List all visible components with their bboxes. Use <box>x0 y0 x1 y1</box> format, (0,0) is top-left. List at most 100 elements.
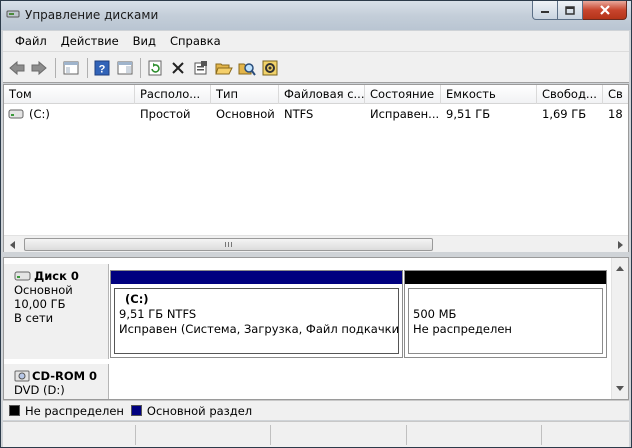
partition-c[interactable]: (C:) 9,51 ГБ NTFS Исправен (Система, Заг… <box>110 270 403 358</box>
toolbar-separator <box>55 58 56 78</box>
column-capacity[interactable]: Емкость <box>441 85 537 104</box>
forward-button[interactable] <box>29 58 49 78</box>
scroll-right-button[interactable] <box>611 236 628 253</box>
cdrom-type: DVD (D:) <box>14 383 65 397</box>
menu-help[interactable]: Справка <box>164 34 229 48</box>
partition-size: 9,51 ГБ NTFS <box>119 307 197 321</box>
horizontal-scrollbar[interactable] <box>4 235 628 252</box>
refresh-button[interactable] <box>145 58 165 78</box>
menu-view[interactable]: Вид <box>127 34 164 48</box>
partition-bar-unallocated <box>405 271 606 284</box>
console-tree-icon <box>63 61 79 75</box>
cdrom-icon <box>14 370 30 382</box>
legend: Не распределен Основной раздел <box>3 400 629 420</box>
status-bar <box>3 421 629 447</box>
settings-icon <box>262 60 278 76</box>
scroll-down-icon <box>616 386 624 391</box>
column-filesystem[interactable]: Файловая с... <box>279 85 365 104</box>
disk-size: 10,00 ГБ <box>14 297 66 311</box>
forward-icon <box>31 60 47 76</box>
open-folder-icon <box>215 63 233 75</box>
scroll-thumb[interactable] <box>24 238 433 251</box>
maximize-icon <box>565 5 575 15</box>
volume-list-header: Том Располо... Тип Файловая с... Состоян… <box>4 85 628 104</box>
close-button[interactable] <box>583 1 627 20</box>
column-layout[interactable]: Располо... <box>135 85 211 104</box>
menu-file[interactable]: Файл <box>9 34 55 48</box>
cell-type: Основной <box>216 107 275 121</box>
open-button[interactable] <box>214 58 234 78</box>
close-icon <box>599 5 610 15</box>
cdrom-0-label[interactable]: CD-ROM 0 DVD (D:) <box>4 364 109 399</box>
partition-label: (C:) <box>125 292 149 306</box>
menu-action[interactable]: Действие <box>55 34 127 48</box>
legend-swatch-primary <box>130 405 142 416</box>
cell-capacity: 9,51 ГБ <box>446 107 491 121</box>
toolbar-separator <box>87 58 88 78</box>
column-type[interactable]: Тип <box>211 85 279 104</box>
scroll-left-icon <box>9 240 15 249</box>
status-divider <box>541 425 542 445</box>
disk-state: В сети <box>14 311 54 325</box>
legend-label-primary: Основной раздел <box>146 403 253 418</box>
drive-icon <box>8 109 24 119</box>
legend-swatch-unallocated <box>9 405 20 416</box>
help-icon: ? <box>94 60 110 76</box>
disk-management-window: Управление дисками Файл Действие Вид Спр… <box>0 0 632 448</box>
properties-icon <box>194 61 207 75</box>
legend-label-unallocated: Не распределен <box>25 403 124 418</box>
explore-icon <box>238 63 256 76</box>
partition-label <box>413 292 602 307</box>
cell-free-space: 1,69 ГБ <box>542 107 587 121</box>
column-free-space[interactable]: Свобод... <box>537 85 603 104</box>
menu-bar: Файл Действие Вид Справка <box>3 31 629 51</box>
partition-status: Исправен (Система, Загрузка, Файл подкач… <box>119 322 398 336</box>
settings-button[interactable] <box>260 58 280 78</box>
partition-size: 500 МБ <box>413 307 457 321</box>
volume-list: Том Располо... Тип Файловая с... Состоян… <box>3 84 629 252</box>
status-divider <box>406 425 407 445</box>
disk-type: Основной <box>14 283 73 297</box>
cell-status: Исправен... <box>370 107 440 121</box>
refresh-icon <box>148 60 162 76</box>
help-button[interactable]: ? <box>92 58 112 78</box>
title-bar[interactable]: Управление дисками <box>1 1 631 30</box>
minimize-icon <box>541 11 549 13</box>
explore-button[interactable] <box>237 58 257 78</box>
scroll-right-icon <box>617 240 623 249</box>
toolbar: ? <box>3 51 629 83</box>
grip-icon <box>225 242 234 247</box>
cdrom-name: CD-ROM 0 <box>32 369 98 383</box>
partition-status: Не распределен <box>413 322 512 336</box>
column-status[interactable]: Состояние <box>365 85 441 104</box>
cell-free-percent: 18 <box>608 107 623 121</box>
column-free-percent[interactable]: Св <box>603 85 628 104</box>
cell-volume: (C:) <box>29 107 50 121</box>
properties-button[interactable] <box>191 58 211 78</box>
maximize-button[interactable] <box>558 1 583 20</box>
disk-0-label[interactable]: Диск 0 Основной 10,00 ГБ В сети <box>4 264 109 359</box>
scroll-down-button[interactable] <box>616 382 624 395</box>
minimize-button[interactable] <box>532 1 558 20</box>
delete-button[interactable] <box>168 58 188 78</box>
disk-icon <box>14 271 31 281</box>
back-icon <box>9 60 25 76</box>
console-tree-button[interactable] <box>61 58 81 78</box>
partition-bar-primary <box>111 271 402 284</box>
back-button[interactable] <box>7 58 27 78</box>
properties-panel-button[interactable] <box>115 58 135 78</box>
scroll-up-icon <box>616 266 624 271</box>
scroll-left-button[interactable] <box>4 236 21 253</box>
svg-text:?: ? <box>99 64 106 76</box>
column-volume[interactable]: Том <box>4 85 135 104</box>
disk-management-icon <box>6 10 20 18</box>
window-title: Управление дисками <box>25 8 159 22</box>
delete-icon <box>172 62 184 74</box>
scroll-up-button[interactable] <box>616 262 624 275</box>
toolbar-separator <box>140 58 141 78</box>
partition-unallocated[interactable]: 500 МБ Не распределен <box>404 270 607 358</box>
properties-panel-icon <box>117 61 133 75</box>
disk-view: Диск 0 Основной 10,00 ГБ В сети (C:) 9,5… <box>3 257 629 400</box>
vertical-scrollbar[interactable] <box>611 258 628 399</box>
table-row[interactable]: (C:) Простой Основной NTFS Исправен... 9… <box>4 105 628 123</box>
